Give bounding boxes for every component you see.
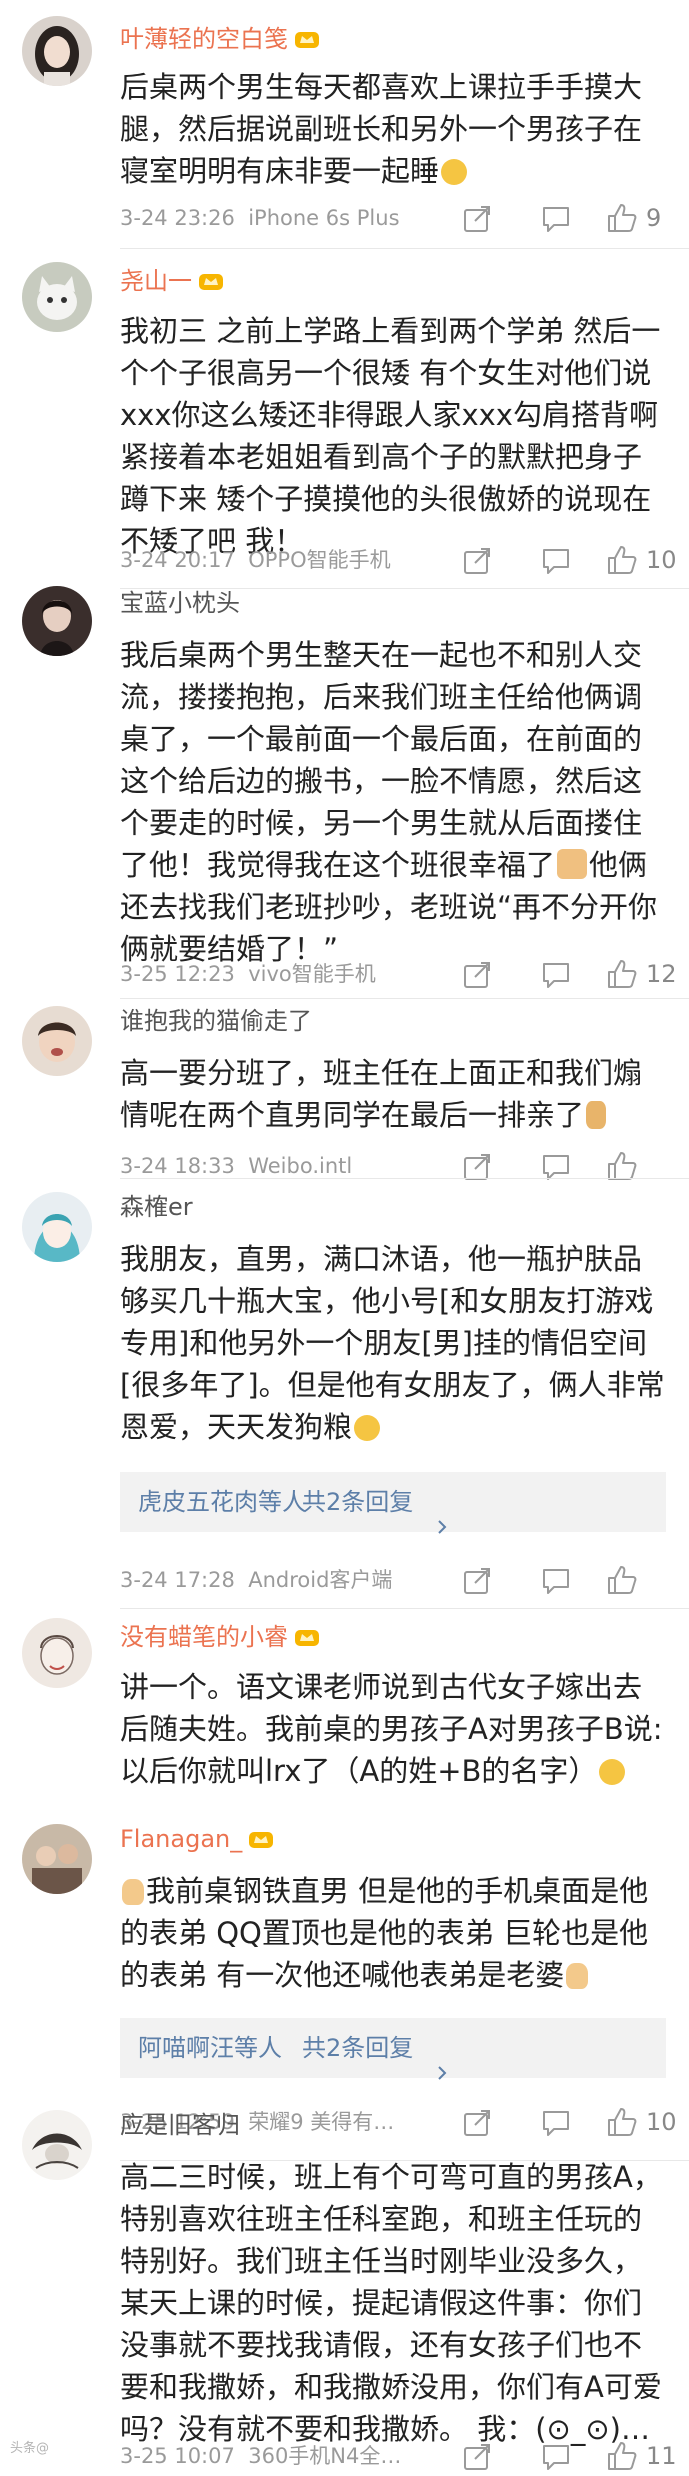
comment-text: 后桌两个男生每天都喜欢上课拉手手摸大腿，然后据说副班长和另外一个男孩子在寝室明明… <box>120 70 643 188</box>
avatar-child-face-icon[interactable] <box>22 1006 92 1076</box>
like-count: 11 <box>646 2442 677 2470</box>
like-icon[interactable] <box>606 958 638 990</box>
reply-icon[interactable] <box>540 546 572 576</box>
username[interactable]: 宝蓝小枕头 <box>120 588 240 618</box>
like-icon[interactable] <box>606 544 638 576</box>
device: vivo智能手机 <box>248 962 376 986</box>
slightly-smiling-emoji <box>441 159 468 185</box>
avatar-dark-portrait-icon[interactable] <box>22 586 92 656</box>
comment-meta: 3-24 20:17 OPPO智能手机 10 <box>120 540 677 580</box>
comment-meta: 3-24 18:33 Weibo.intl <box>120 1146 666 1186</box>
like-icon[interactable] <box>606 202 638 234</box>
timestamp: 3-24 23:26 <box>120 206 235 230</box>
comment-meta: 3-25 10:07 360手机N4全… 11 <box>120 2436 677 2476</box>
comment-text: 我朋友，直男，满口沐语，他一瓶护肤品够买几十瓶大宝，他小号[和女朋友打游戏专用]… <box>120 1242 665 1444</box>
comment-meta: 3-24 17:28 Android客户端 <box>120 1560 666 1600</box>
grinning-emoji <box>354 1415 381 1441</box>
timestamp: 3-24 18:33 <box>120 1154 235 1178</box>
comment-feed: 叶薄轻的空白笺 后桌两个男生每天都喜欢上课拉手手摸大腿，然后据说副班长和另外一个… <box>0 0 689 2470</box>
share-icon[interactable] <box>462 960 492 990</box>
comment-text: 我后桌两个男生整天在一起也不和别人交流，搂搂抱抱，后来我们班主任给他俩调桌了，一… <box>120 638 658 966</box>
comment-text: 高一要分班了，班主任在上面正和我们煽情呢在两个直男同学在最后一排亲了 <box>120 1056 643 1132</box>
like-count: 10 <box>646 546 677 574</box>
comment-meta: 3-25 12:23 vivo智能手机 12 <box>120 954 677 994</box>
divider <box>120 1178 689 1179</box>
device: Android客户端 <box>248 1568 393 1592</box>
timestamp: 3-25 12:23 <box>120 962 235 986</box>
divider <box>120 1608 689 1609</box>
watermark: 头条@ <box>10 2441 50 2456</box>
device: Weibo.intl <box>248 1154 353 1178</box>
like-icon[interactable] <box>606 2106 638 2138</box>
cat-emoji <box>557 849 588 879</box>
username[interactable]: Flanagan_ <box>120 1824 274 1854</box>
comment-text: 讲一个。语文课老师说到古代女子嫁出去后随夫姓。我前桌的男孩子A对男孩子B说:以后… <box>120 1670 663 1788</box>
vip-crown-icon <box>294 29 320 49</box>
timestamp: 3-25 10:07 <box>120 2444 235 2468</box>
reply-icon[interactable] <box>540 204 572 234</box>
chevron-right-icon <box>436 2042 448 2080</box>
device: 荣耀9 美得有… <box>248 2110 395 2134</box>
like-icon[interactable] <box>606 1564 638 1596</box>
share-icon[interactable] <box>462 2442 492 2472</box>
replies-preview[interactable]: 虎皮五花肉等人 共2条回复 <box>120 1472 666 1534</box>
device: OPPO智能手机 <box>248 548 391 572</box>
comment-text: 我前桌钢铁直男 但是他的手机桌面是他的表弟 QQ置顶也是他的表弟 巨轮也是他的表… <box>120 1874 649 1992</box>
divider <box>120 248 689 249</box>
divider <box>120 998 689 999</box>
like-count: 10 <box>646 2108 677 2136</box>
reply-icon[interactable] <box>540 1566 572 1596</box>
vip-crown-icon <box>248 1829 274 1849</box>
thumbs-up-emoji <box>122 1879 144 1905</box>
share-icon[interactable] <box>462 2108 492 2138</box>
avatar-photo-people-icon[interactable] <box>22 1824 92 1894</box>
avatar-sketch-art-icon[interactable] <box>22 1618 92 1688</box>
username[interactable]: 谁抱我的猫偷走了 <box>120 1006 312 1036</box>
timestamp: 3-24 17:28 <box>120 1568 235 1592</box>
device: iPhone 6s Plus <box>248 206 400 230</box>
share-icon[interactable] <box>462 204 492 234</box>
like-count: 12 <box>646 960 677 988</box>
username[interactable]: 应是旧客归 <box>120 2110 240 2140</box>
grinning-emoji <box>599 1759 626 1785</box>
replies-preview[interactable]: 阿喵啊汪等人 共2条回复 <box>120 2018 666 2080</box>
reply-icon[interactable] <box>540 2442 572 2472</box>
avatar-anime-teal-hair-icon[interactable] <box>22 1192 92 1262</box>
username[interactable]: 叶薄轻的空白笺 <box>120 24 320 54</box>
reply-icon[interactable] <box>540 960 572 990</box>
like-icon[interactable] <box>606 2440 638 2472</box>
share-icon[interactable] <box>462 546 492 576</box>
comment-text: 我初三 之前上学路上看到两个学弟 然后一个个子很高另一个很矮 有个女生对他们说x… <box>120 314 661 558</box>
timestamp: 3-24 20:17 <box>120 548 235 572</box>
vip-crown-icon <box>198 271 224 291</box>
comment-meta: 3-24 23:26 iPhone 6s Plus 9 <box>120 198 666 238</box>
avatar-ink-drawing-icon[interactable] <box>22 2110 92 2180</box>
username[interactable]: 森榷er <box>120 1192 193 1222</box>
replies-users[interactable]: 虎皮五花肉等人 <box>138 1472 306 1532</box>
chevron-right-icon <box>436 1496 448 1534</box>
avatar-white-cat-icon[interactable] <box>22 262 92 332</box>
replies-count[interactable]: 共2条回复 <box>302 1472 413 1532</box>
comment-text: 高二三时候，班上有个可弯可直的男孩A，特别喜欢往班主任科室跑，和班主任玩的特别好… <box>120 2160 662 2446</box>
share-icon[interactable] <box>462 1566 492 1596</box>
username[interactable]: 没有蜡笔的小睿 <box>120 1622 320 1652</box>
replies-count[interactable]: 共2条回复 <box>302 2018 413 2078</box>
praying-emoji <box>586 1101 607 1129</box>
vip-crown-icon <box>294 1627 320 1647</box>
reply-icon[interactable] <box>540 2108 572 2138</box>
like-count: 9 <box>646 204 662 232</box>
thumbs-up-emoji <box>566 1963 589 1989</box>
avatar-girl-dark-hair-icon[interactable] <box>22 16 92 86</box>
replies-users[interactable]: 阿喵啊汪等人 <box>138 2018 282 2078</box>
username[interactable]: 尧山一 <box>120 266 224 296</box>
device: 360手机N4全… <box>248 2444 402 2468</box>
